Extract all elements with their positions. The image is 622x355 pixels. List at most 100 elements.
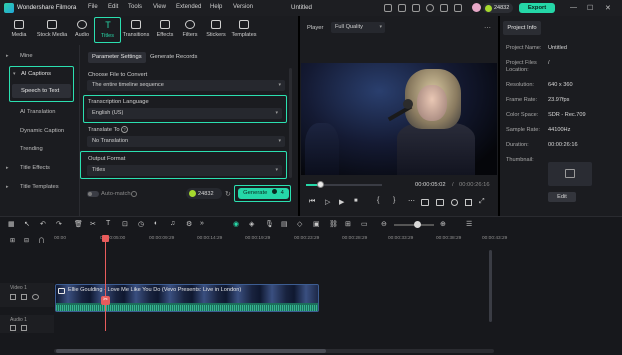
download-icon[interactable] [440,4,448,12]
redo-icon[interactable]: ↷ [56,220,62,228]
ai-tools-icon[interactable]: ⚙ [186,220,192,228]
mark-out-icon[interactable]: } [393,197,395,204]
settings-scrollbar[interactable] [289,68,292,178]
video-clip[interactable]: Ellie Goulding - Love Me Like You Do (Ve… [55,284,319,312]
timeline-scroll-thumb[interactable] [56,349,326,353]
snapshot-icon[interactable]: ▣ [313,220,320,228]
lock-icon[interactable] [10,325,16,331]
tab-filters[interactable]: Filters [176,17,204,43]
grid-view-icon[interactable]: ⊞ [345,220,351,228]
menu-help[interactable]: Help [210,4,222,10]
timeline-ruler[interactable]: 00:00 00:00:05:00 00:00:09:29 00:00:14:2… [54,235,507,245]
sidebar-item-speech-to-text[interactable]: Speech to Text [12,84,71,98]
maximize-icon[interactable]: ☐ [587,4,593,12]
file-to-convert-select[interactable]: The entire timeline sequence ▾ [87,80,285,91]
mark-in-icon[interactable]: { [377,197,379,204]
info-icon[interactable] [131,191,137,197]
menu-file[interactable]: File [88,4,98,10]
tab-parameter-settings[interactable]: Parameter Settings [88,52,146,63]
tab-effects[interactable]: Effects [151,17,179,43]
avatar[interactable] [472,3,481,12]
quality-select[interactable]: Full Quality ▾ [331,22,385,33]
timeline-horizontal-scrollbar[interactable] [54,349,494,353]
prev-frame-icon[interactable]: ⏮ [309,198,315,206]
lock-icon[interactable] [10,294,16,300]
color-icon[interactable]: ◐ [154,220,158,227]
tab-audio[interactable]: Audio [68,17,96,43]
menu-view[interactable]: View [153,4,166,10]
fullscreen-icon[interactable]: ⤢ [479,198,485,206]
shield-icon[interactable]: ◈ [249,220,254,228]
zoom-slider[interactable] [394,221,434,228]
more-icon[interactable]: » [200,220,204,227]
video-preview[interactable] [301,63,497,175]
sidebar-item-title-effects[interactable]: ▸ Title Effects [6,160,78,176]
menu-extended[interactable]: Extended [176,4,201,10]
lightbulb-icon[interactable] [398,4,406,12]
sidebar-item-trending[interactable]: Trending [6,141,78,157]
display-icon[interactable] [421,199,429,206]
headphones-icon[interactable] [412,4,420,12]
list-icon[interactable]: ☰ [466,220,472,228]
close-icon[interactable]: ✕ [605,4,611,12]
zoom-in-icon[interactable]: ⊕ [440,220,446,228]
menu-tools[interactable]: Tools [128,4,142,10]
minimize-icon[interactable]: — [570,4,577,11]
more-icon[interactable]: ⋯ [408,197,415,205]
sidebar-item-ai-translation[interactable]: AI Translation [6,104,78,120]
marker-icon[interactable]: ◇ [297,220,302,228]
output-format-select[interactable]: Titles ▾ [87,165,282,176]
tab-titles[interactable]: T Titles [94,17,121,43]
snapshot-icon[interactable] [436,199,444,206]
split-icon[interactable]: ✂ [90,220,96,228]
zoom-fit-icon[interactable]: ▭ [361,220,368,228]
tab-transitions[interactable]: Transitions [121,17,151,43]
playhead-handle[interactable] [102,235,109,242]
sidebar-item-title-templates[interactable]: ▸ Title Templates [6,179,78,195]
auto-match-toggle[interactable] [87,191,99,197]
layers-icon[interactable]: ▤ [281,220,288,228]
auto-ripple-icon[interactable]: ◉ [233,220,239,228]
menu-edit[interactable]: Edit [108,4,118,10]
playback-progress[interactable] [306,181,382,188]
link-icon[interactable]: ⛓ [329,220,338,228]
text-icon[interactable]: T [106,220,110,227]
play-icon[interactable]: ▶ [339,198,344,206]
add-track-icon[interactable]: ⊞ [10,237,15,244]
delete-icon[interactable]: 🗑 [74,220,83,228]
export-button[interactable]: Export [519,3,555,13]
select-icon[interactable]: ↖ [24,220,30,228]
grid-icon[interactable]: ▦ [8,220,15,228]
sidebar-item-mine[interactable]: ▸ Mine [6,48,78,64]
tab-generate-records[interactable]: Generate Records [146,52,201,63]
grid-icon[interactable] [454,4,462,12]
tab-templates[interactable]: Templates [229,17,259,43]
tab-stock-media[interactable]: Stock Media [36,17,68,43]
speed-icon[interactable]: ◷ [138,220,144,228]
eye-icon[interactable] [32,294,39,300]
menu-version[interactable]: Version [233,4,253,10]
tab-stickers[interactable]: Stickers [202,17,230,43]
link-track-icon[interactable]: ⊟ [24,237,29,244]
step-play-icon[interactable]: ▷ [325,198,330,206]
playhead[interactable] [105,235,106,331]
sidebar-item-ai-captions[interactable]: AI Captions [21,71,51,77]
audio-icon[interactable]: ♫ [170,220,175,227]
monitor-icon[interactable] [384,4,392,12]
refresh-icon[interactable]: ↻ [225,190,231,198]
sidebar-item-dynamic-caption[interactable]: Dynamic Caption [6,123,78,139]
credits-badge[interactable]: 24832 [483,3,513,13]
edit-thumbnail-button[interactable]: Edit [548,192,576,202]
generate-button[interactable]: Generate 4 [238,188,289,199]
cloud-icon[interactable] [426,4,434,12]
tab-media[interactable]: Media [5,17,33,43]
crop-icon[interactable]: ⊡ [122,220,128,228]
info-icon[interactable]: ? [121,126,128,133]
magnet-icon[interactable]: ⋂ [39,237,44,244]
camera-icon[interactable] [451,199,458,206]
audio-mute-icon[interactable] [21,325,27,331]
split-marker-icon[interactable]: ✂ [101,296,110,305]
translate-to-select[interactable]: No Translation ▾ [87,136,285,147]
mic-icon[interactable]: 🎙 [265,220,274,228]
audio-meter-icon[interactable] [465,199,472,206]
